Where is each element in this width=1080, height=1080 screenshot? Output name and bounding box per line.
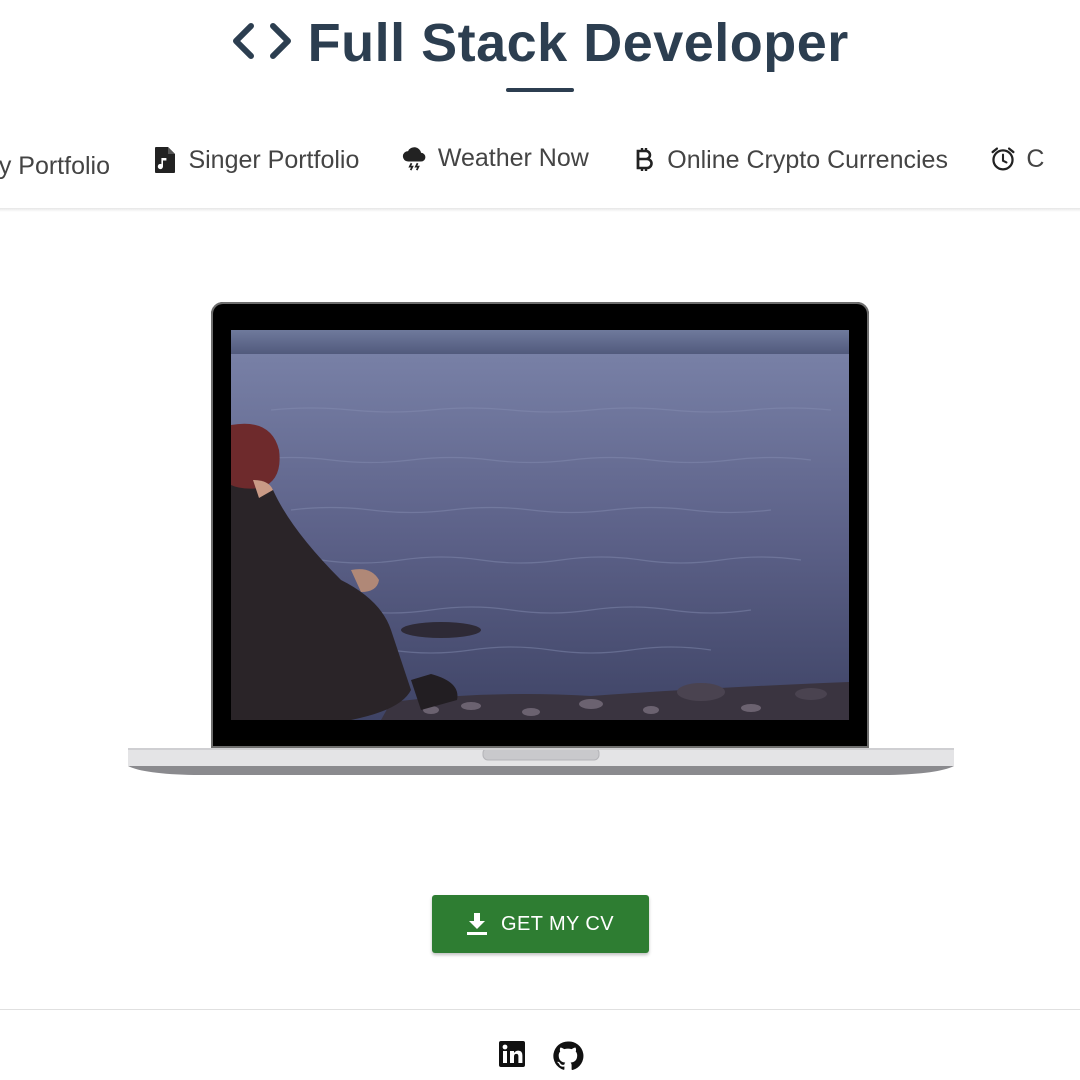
title-row: Full Stack Developer [0,12,1080,74]
bitcoin-icon [631,146,657,174]
laptop-lid [211,302,869,748]
storm-cloud-icon [402,144,428,172]
nav-item-online-crypto[interactable]: Online Crypto Currencies [631,132,948,188]
nav-label: Weather Now [437,143,589,172]
nav-label: Singer Portfolio [188,145,360,174]
get-cv-label: GET MY CV [501,912,614,935]
nav-label: Online Crypto Currencies [667,145,948,174]
download-icon [467,913,488,935]
page-header: Full Stack Developer [0,0,1080,100]
linkedin-icon [498,1040,526,1073]
laptop-mockup [128,302,954,776]
music-file-icon [152,146,178,174]
footer-divider [0,1009,1080,1010]
nav-item-weather-now[interactable]: Weather Now [402,130,589,186]
nav-item-singer-portfolio[interactable]: Singer Portfolio [152,132,359,188]
laptop-base [128,747,954,776]
nav-item-clock[interactable]: C [990,131,1044,187]
nav-item-my-portfolio[interactable]: My Portfolio [0,139,110,195]
title-underline [506,88,574,92]
code-brackets-icon [231,21,293,66]
video-screen[interactable] [231,330,849,720]
nav-label: C [1026,144,1045,173]
nav-label: My Portfolio [0,152,110,180]
get-cv-button[interactable]: GET MY CV [432,895,649,953]
github-link[interactable] [552,1040,584,1077]
github-icon [552,1040,584,1077]
linkedin-link[interactable] [498,1040,526,1073]
nav-divider [0,208,1080,212]
alarm-clock-icon [990,145,1016,173]
page-title: Full Stack Developer [307,13,849,73]
project-nav: My Portfolio Singer Portfolio Weather No… [0,130,1080,186]
